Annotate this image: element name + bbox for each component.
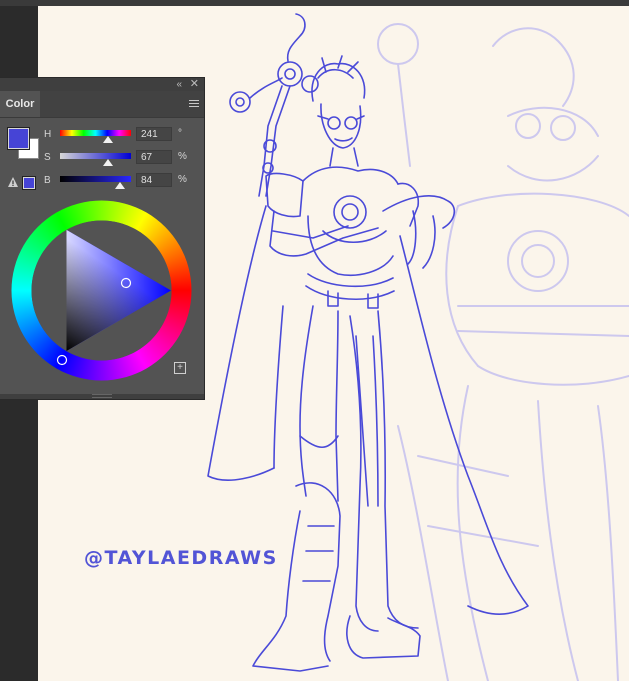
saturation-unit: % [178, 151, 187, 162]
hue-slider-thumb[interactable] [102, 136, 113, 143]
brightness-value-field[interactable]: 84 [136, 173, 172, 187]
color-panel: « ✕ Color H 241 ° S 67 % B 84 % + [0, 77, 205, 400]
panel-tab-bar: Color [0, 91, 204, 118]
tab-color[interactable]: Color [0, 91, 40, 117]
hue-label: H [44, 129, 52, 140]
panel-title-bar[interactable]: « ✕ [0, 78, 204, 91]
saturation-slider-thumb[interactable] [102, 159, 113, 166]
color-wheel[interactable] [10, 199, 193, 382]
hue-unit: ° [178, 128, 182, 139]
artist-watermark: @TAYLAEDRAWS [84, 547, 278, 569]
saturation-slider-row: S 67 % [44, 150, 204, 166]
gamut-color-swatch[interactable] [23, 177, 35, 189]
brightness-slider-thumb[interactable] [114, 182, 125, 189]
collapse-panel-button[interactable]: « [176, 78, 182, 91]
saturation-slider-track[interactable] [60, 153, 131, 159]
close-panel-button[interactable]: ✕ [190, 78, 199, 91]
gamut-warning-icon[interactable] [7, 176, 19, 188]
add-swatch-icon[interactable]: + [174, 362, 186, 374]
panel-resize-bar[interactable] [0, 394, 204, 399]
panel-menu-icon[interactable] [189, 100, 199, 108]
main-sketch [207, 13, 529, 672]
saturation-value-field[interactable]: 67 [136, 150, 172, 164]
foreground-color-swatch[interactable] [8, 128, 29, 149]
hue-slider-track[interactable] [60, 130, 131, 136]
brightness-slider-row: B 84 % [44, 173, 204, 189]
resize-grip-icon[interactable] [92, 394, 112, 398]
hue-slider-row: H 241 ° [44, 127, 204, 143]
hue-value-field[interactable]: 241 [136, 127, 172, 141]
ghost-sketch [377, 23, 629, 681]
brightness-unit: % [178, 174, 187, 185]
saturation-label: S [44, 152, 51, 163]
brightness-label: B [44, 175, 51, 186]
